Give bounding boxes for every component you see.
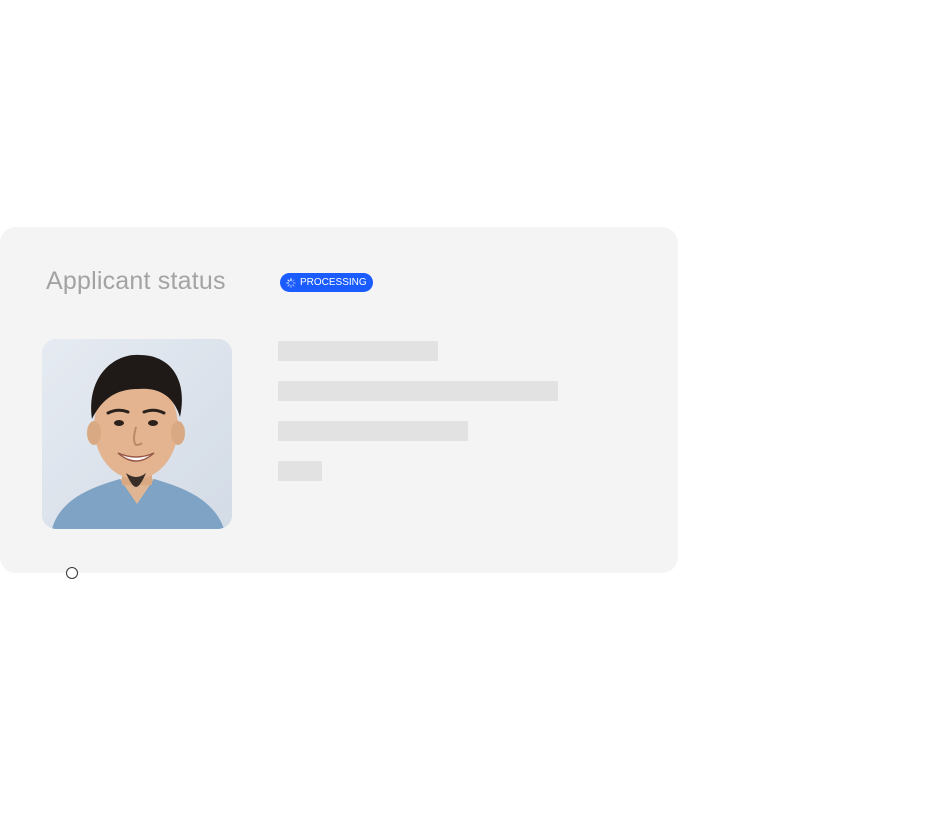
status-badge: PROCESSING (280, 273, 373, 292)
applicant-status-card: Applicant status PROCESSING (0, 227, 678, 573)
skeleton-line-details (278, 381, 558, 401)
spinner-icon (286, 277, 296, 288)
cursor-indicator (66, 567, 78, 579)
card-title: Applicant status (46, 267, 226, 295)
skeleton-line-short (278, 461, 322, 481)
skeleton-line-info (278, 421, 468, 441)
status-badge-label: PROCESSING (300, 277, 367, 288)
applicant-photo (42, 339, 232, 529)
skeleton-line-name (278, 341, 438, 361)
